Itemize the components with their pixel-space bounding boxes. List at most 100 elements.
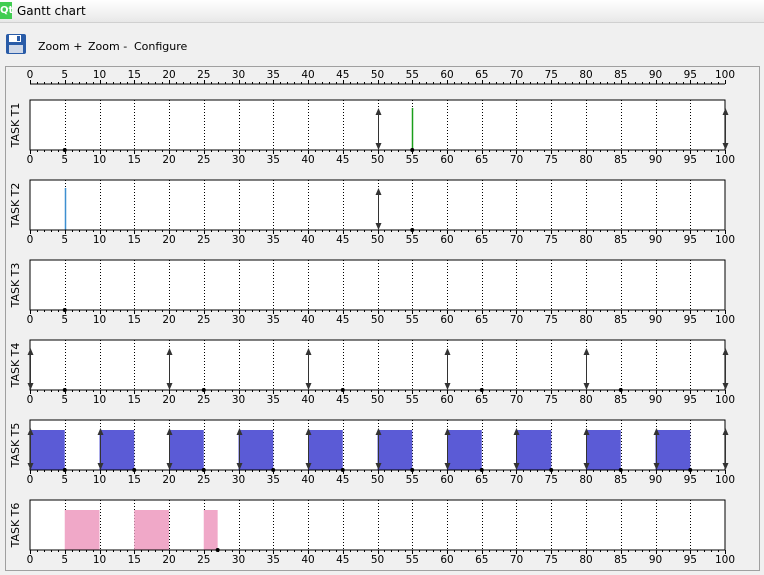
task-2-tick-label: 75	[545, 234, 558, 246]
task-6-tick-label: 30	[232, 554, 245, 566]
top-axis-tick-label: 45	[336, 69, 349, 81]
task-5-execution-bar	[238, 430, 274, 470]
top-axis-tick-label: 30	[232, 69, 245, 81]
task-4-tick-label: 10	[93, 394, 106, 406]
gantt-chart-area: 0 5 10 15 20 25 30 35 40 45 50 55 60 65 70 75 80 85 90 95 10…	[5, 66, 760, 571]
task-1-tick-label: 70	[510, 154, 523, 166]
task-5-tick-label: 35	[267, 474, 280, 486]
task-3-tick-label: 25	[197, 314, 210, 326]
top-axis-tick-label: 25	[197, 69, 210, 81]
task-5-tick-label: 15	[128, 474, 141, 486]
task-5-label: TASK T5	[9, 423, 22, 469]
task-3-tick-label: 35	[267, 314, 280, 326]
task-6-tick-label: 60	[440, 554, 453, 566]
top-axis-tick-label: 75	[545, 69, 558, 81]
toolbar: Zoom + Zoom - Configure	[0, 26, 764, 64]
task-2-tick-label: 60	[440, 234, 453, 246]
task-2-tick-label: 95	[684, 234, 697, 246]
task-6-tick-label: 85	[614, 554, 627, 566]
task-1-tick-label: 40	[301, 154, 314, 166]
top-axis-tick-label: 95	[684, 69, 697, 81]
task-6-tick-label: 55	[406, 554, 419, 566]
task-5-tick-label: 75	[545, 474, 558, 486]
task-5-execution-bar	[30, 430, 65, 470]
task-6-tick-label: 75	[545, 554, 558, 566]
configure-button[interactable]: Configure	[134, 40, 187, 53]
top-axis-tick-label: 55	[406, 69, 419, 81]
task-3-tick-label: 100	[715, 314, 735, 326]
task-5-tick-label: 90	[649, 474, 662, 486]
top-axis-tick-label: 65	[475, 69, 488, 81]
task-4-tick-label: 90	[649, 394, 662, 406]
task-6-tick-label: 25	[197, 554, 210, 566]
task-4-label: TASK T4	[9, 343, 22, 389]
task-2-tick-label: 10	[93, 234, 106, 246]
task-3-tick-label: 50	[371, 314, 384, 326]
task-1-tick-label: 50	[371, 154, 384, 166]
task-2-tick-label: 55	[406, 234, 419, 246]
top-axis-tick-label: 15	[128, 69, 141, 81]
task-3-tick-label: 30	[232, 314, 245, 326]
top-axis-tick-label: 90	[649, 69, 662, 81]
task-1-tick-label: 30	[232, 154, 245, 166]
zoom-out-button[interactable]: Zoom -	[88, 40, 127, 53]
task-5-tick-label: 55	[406, 474, 419, 486]
task-4-tick-label: 40	[301, 394, 314, 406]
task-3-tick-label: 15	[128, 314, 141, 326]
task-6-tick-label: 15	[128, 554, 141, 566]
task-2-tick-label: 100	[715, 234, 735, 246]
task-5-tick-label: 45	[336, 474, 349, 486]
task-4-tick-label: 20	[162, 394, 175, 406]
task-3-tick-label: 75	[545, 314, 558, 326]
task-2-tick-label: 80	[579, 234, 592, 246]
top-axis-tick-label: 0	[27, 69, 34, 81]
task-6-tick-label: 80	[579, 554, 592, 566]
task-5-tick-label: 5	[61, 474, 68, 486]
task-6-execution-bar	[203, 510, 218, 550]
task-5-tick-label: 100	[715, 474, 735, 486]
task-5-tick-label: 50	[371, 474, 384, 486]
task-3-tick-label: 10	[93, 314, 106, 326]
task-4-tick-label: 50	[371, 394, 384, 406]
task-3-tick-label: 5	[61, 314, 68, 326]
task-3-tick-label: 55	[406, 314, 419, 326]
task-5-tick-label: 70	[510, 474, 523, 486]
save-button[interactable]	[4, 32, 28, 56]
task-3-tick-label: 90	[649, 314, 662, 326]
task-5-execution-bar	[516, 430, 552, 470]
task-3-tick-label: 95	[684, 314, 697, 326]
task-2-tick-label: 65	[475, 234, 488, 246]
task-5-execution-bar	[308, 430, 343, 470]
task-2-tick-label: 0	[27, 234, 34, 246]
task-3-tick-label: 0	[27, 314, 34, 326]
zoom-in-button[interactable]: Zoom +	[38, 40, 82, 53]
task-5-execution-bar	[586, 430, 621, 470]
task-6-tick-label: 5	[61, 554, 68, 566]
task-5-tick-label: 95	[684, 474, 697, 486]
task-5-execution-bar	[99, 430, 135, 470]
task-3-tick-label: 70	[510, 314, 523, 326]
task-6-tick-label: 10	[93, 554, 106, 566]
task-4-tick-label: 5	[61, 394, 68, 406]
task-4-tick-label: 60	[440, 394, 453, 406]
task-6-tick-label: 50	[371, 554, 384, 566]
task-5-tick-label: 0	[27, 474, 34, 486]
task-5-tick-label: 80	[579, 474, 592, 486]
task-1-tick-label: 15	[128, 154, 141, 166]
task-3-tick-label: 80	[579, 314, 592, 326]
top-axis-tick-label: 50	[371, 69, 384, 81]
task-1-label: TASK T1	[9, 103, 22, 149]
task-2-label: TASK T2	[9, 183, 22, 229]
task-5-tick-label: 60	[440, 474, 453, 486]
task-6-execution-bar	[134, 510, 169, 550]
task-4-tick-label: 0	[27, 394, 34, 406]
task-6-execution-bar	[64, 510, 100, 550]
task-2-tick-label: 35	[267, 234, 280, 246]
top-axis-tick-label: 80	[579, 69, 592, 81]
task-3-tick-label: 85	[614, 314, 627, 326]
task-6-tick-label: 70	[510, 554, 523, 566]
task-4-tick-label: 100	[715, 394, 735, 406]
task-5-tick-label: 30	[232, 474, 245, 486]
task-6-tick-label: 45	[336, 554, 349, 566]
task-1-tick-label: 35	[267, 154, 280, 166]
